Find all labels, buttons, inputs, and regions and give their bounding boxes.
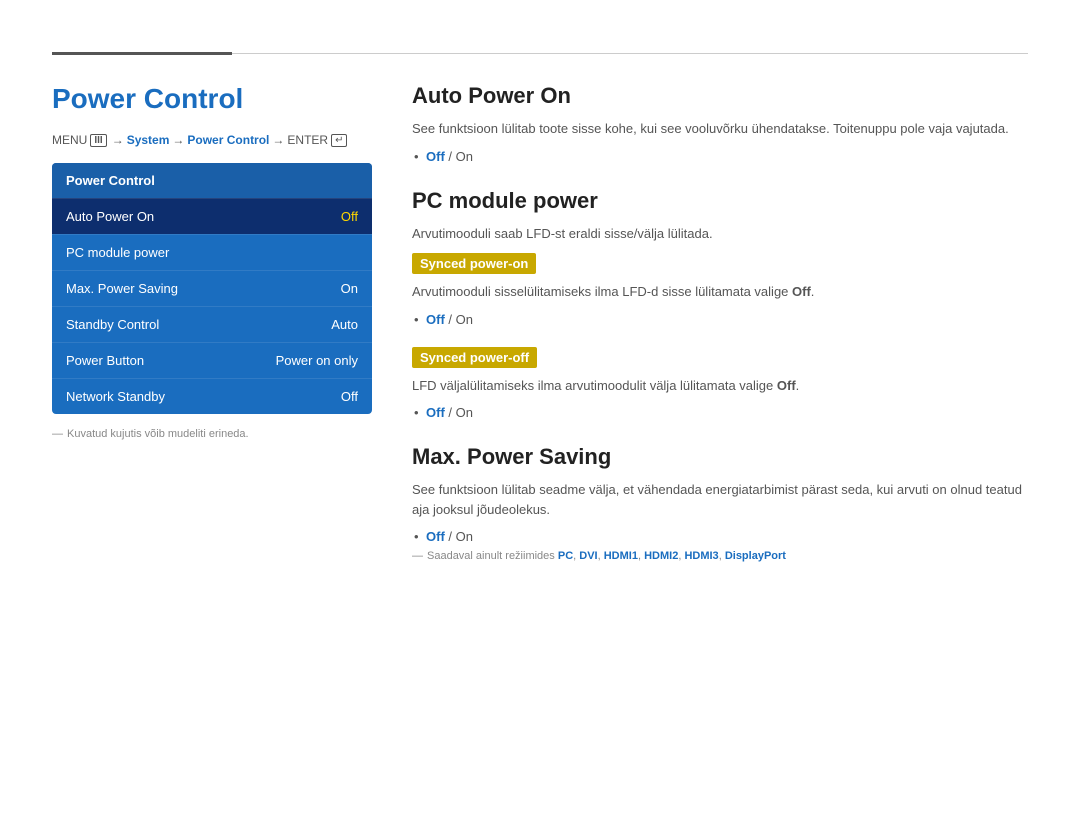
left-footnote: Kuvatud kujutis võib mudeliti erineda. (52, 428, 372, 440)
sep: / (445, 529, 456, 544)
menu-item-network-standby[interactable]: Network Standby Off (52, 378, 372, 414)
arrow-2: → (172, 133, 184, 147)
mode-pc: PC (558, 550, 573, 562)
menu-item-value: Off (341, 389, 358, 404)
bullet-off-on-max-power: Off / On (412, 529, 1028, 544)
available-note-max-power: Saadaval ainult režiimides PC, DVI, HDMI… (412, 550, 1028, 562)
on-label: On (456, 405, 473, 420)
menu-item-value: Auto (331, 317, 358, 332)
section-pc-module: PC module power Arvutimooduli saab LFD-s… (412, 188, 1028, 421)
menu-item-value: Off (341, 209, 358, 224)
section-desc-pc-module: Arvutimooduli saab LFD-st eraldi sisse/v… (412, 224, 1028, 244)
left-column: Power Control MENU III → System → Power … (52, 83, 372, 586)
menu-item-standby[interactable]: Standby Control Auto (52, 306, 372, 342)
off-label: Off (426, 312, 445, 327)
bullet-off-on-synced-on: Off / On (412, 312, 1028, 327)
bullet-list-max-power: Off / On (412, 529, 1028, 544)
section-auto-power-on: Auto Power On See funktsioon lülitab too… (412, 83, 1028, 164)
top-divider (0, 52, 1080, 55)
subsection-synced-on: Synced power-on Arvutimooduli sisselülit… (412, 253, 1028, 327)
power-control-link: Power Control (187, 133, 269, 147)
bullet-off-on-synced-off: Off / On (412, 405, 1028, 420)
section-desc-max-power: See funktsioon lülitab seadme välja, et … (412, 480, 1028, 519)
menu-item-label: PC module power (66, 245, 169, 260)
on-label: On (456, 149, 473, 164)
mode-hdmi2: HDMI2 (644, 550, 678, 562)
off-label: Off (426, 405, 445, 420)
section-title-pc-module: PC module power (412, 188, 1028, 214)
bullet-off-on: Off / On (412, 149, 1028, 164)
bullet-list-auto-power-on: Off / On (412, 149, 1028, 164)
available-note-text: Saadaval ainult režiimides PC, DVI, HDMI… (427, 550, 786, 562)
off-label: Off (426, 149, 445, 164)
system-link: System (127, 133, 170, 147)
menu-item-max-power[interactable]: Max. Power Saving On (52, 270, 372, 306)
mode-hdmi1: HDMI1 (604, 550, 638, 562)
right-column: Auto Power On See funktsioon lülitab too… (412, 83, 1028, 586)
menu-label: MENU (52, 133, 87, 147)
menu-item-value: On (341, 281, 358, 296)
arrow-3: → (272, 133, 284, 147)
mode-displayport: DisplayPort (725, 550, 786, 562)
synced-on-desc: Arvutimooduli sisselülitamiseks ilma LFD… (412, 282, 1028, 302)
sep: / (445, 312, 456, 327)
sep: / (445, 405, 456, 420)
section-max-power-saving: Max. Power Saving See funktsioon lülitab… (412, 444, 1028, 562)
menu-icon: III (90, 134, 106, 147)
bullet-list-synced-on: Off / On (412, 312, 1028, 327)
mode-hdmi3: HDMI3 (684, 550, 718, 562)
bullet-list-synced-off: Off / On (412, 405, 1028, 420)
mode-dvi: DVI (579, 550, 597, 562)
sep: / (445, 149, 456, 164)
menu-item-label: Auto Power On (66, 209, 154, 224)
top-line-right (232, 53, 1028, 54)
section-title-max-power: Max. Power Saving (412, 444, 1028, 470)
menu-box-header: Power Control (52, 163, 372, 198)
enter-label: ENTER (287, 133, 328, 147)
enter-icon: ↵ (331, 134, 347, 147)
menu-item-power-button[interactable]: Power Button Power on only (52, 342, 372, 378)
subsection-synced-off: Synced power-off LFD väljalülitamiseks i… (412, 347, 1028, 421)
on-label: On (456, 312, 473, 327)
menu-item-label: Max. Power Saving (66, 281, 178, 296)
page-title: Power Control (52, 83, 372, 115)
menu-item-label: Network Standby (66, 389, 165, 404)
menu-path: MENU III → System → Power Control → ENTE… (52, 133, 372, 147)
top-line-left (52, 52, 232, 55)
menu-item-value: Power on only (276, 353, 358, 368)
synced-on-label: Synced power-on (412, 253, 536, 274)
content-area: Power Control MENU III → System → Power … (0, 83, 1080, 586)
menu-item-label: Standby Control (66, 317, 159, 332)
synced-off-desc: LFD väljalülitamiseks ilma arvutimooduli… (412, 376, 1028, 396)
synced-off-label: Synced power-off (412, 347, 537, 368)
section-title-auto-power-on: Auto Power On (412, 83, 1028, 109)
menu-item-pc-module[interactable]: PC module power (52, 234, 372, 270)
section-desc-auto-power-on: See funktsioon lülitab toote sisse kohe,… (412, 119, 1028, 139)
menu-box: Power Control Auto Power On Off PC modul… (52, 163, 372, 414)
on-label: On (456, 529, 473, 544)
off-label: Off (426, 529, 445, 544)
menu-item-label: Power Button (66, 353, 144, 368)
arrow-1: → (112, 133, 124, 147)
menu-item-auto-power-on[interactable]: Auto Power On Off (52, 198, 372, 234)
